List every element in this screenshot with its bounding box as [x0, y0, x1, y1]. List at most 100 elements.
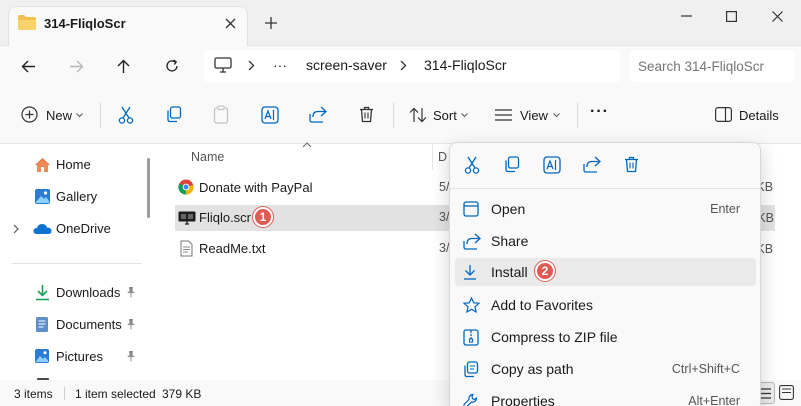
- star-icon: [463, 297, 480, 313]
- nav-item-pictures[interactable]: Pictures: [0, 344, 150, 370]
- up-arrow-icon[interactable]: [111, 54, 135, 78]
- sort-button[interactable]: Sort: [433, 108, 457, 123]
- menu-item-label: Install: [491, 264, 528, 280]
- pin-icon[interactable]: [126, 286, 136, 298]
- menu-cut-icon[interactable]: [464, 156, 480, 174]
- delete-trash-icon[interactable]: [359, 106, 374, 123]
- file-date-partial: 3/: [439, 241, 450, 255]
- pictures-icon: [34, 348, 50, 364]
- share-icon[interactable]: [309, 106, 327, 123]
- tab-title: 314-FliqloScr: [44, 16, 126, 31]
- column-divider: [432, 144, 433, 170]
- sort-ascending-icon: [302, 142, 312, 148]
- search-input[interactable]: [638, 55, 790, 77]
- nav-item-documents[interactable]: Documents: [0, 312, 150, 338]
- column-header-name[interactable]: Name: [191, 150, 224, 164]
- status-item-count: 3 items: [14, 387, 53, 401]
- view-lines-icon[interactable]: [495, 109, 512, 121]
- nav-label: Home: [56, 157, 91, 172]
- new-button[interactable]: New: [46, 108, 72, 123]
- menu-item-open[interactable]: Open Enter: [455, 195, 756, 223]
- file-name: Donate with PayPal: [199, 180, 313, 195]
- copy-icon[interactable]: [166, 106, 182, 123]
- menu-item-label: Share: [491, 233, 529, 249]
- nav-label: Documents: [56, 317, 122, 332]
- menu-item-compress-zip[interactable]: Compress to ZIP file: [455, 323, 756, 351]
- refresh-icon[interactable]: [160, 54, 184, 78]
- menu-copy-icon[interactable]: [504, 156, 520, 173]
- cloud-icon: [33, 223, 52, 235]
- chevron-down-icon[interactable]: [461, 113, 468, 118]
- menu-item-share[interactable]: Share: [455, 227, 756, 255]
- new-tab-icon[interactable]: [262, 14, 280, 32]
- rename-icon[interactable]: [261, 106, 279, 124]
- documents-icon: [35, 316, 49, 333]
- step-badge-1: 1: [253, 207, 273, 227]
- menu-item-shortcut: Enter: [710, 202, 740, 216]
- breadcrumb-screen-saver[interactable]: screen-saver: [306, 57, 387, 73]
- breadcrumb-ellipsis[interactable]: ···: [273, 57, 287, 73]
- chevron-right-icon[interactable]: [248, 60, 255, 71]
- open-window-icon: [463, 201, 479, 217]
- close-tab-icon[interactable]: [221, 14, 239, 32]
- details-pane-icon[interactable]: [715, 107, 732, 122]
- breadcrumb[interactable]: [204, 50, 620, 82]
- nav-item-home[interactable]: Home: [0, 152, 150, 178]
- close-window-icon[interactable]: [765, 6, 789, 26]
- nav-label: Pictures: [56, 349, 103, 364]
- nav-item-onedrive[interactable]: OneDrive: [0, 216, 150, 242]
- paste-clipboard-icon[interactable]: [213, 105, 229, 124]
- menu-item-install[interactable]: Install: [455, 258, 756, 286]
- pin-icon[interactable]: [126, 318, 136, 330]
- menu-share-icon[interactable]: [583, 156, 601, 173]
- toolbar-divider: [393, 102, 394, 128]
- download-icon: [35, 284, 50, 301]
- folder-icon: [18, 15, 36, 30]
- menu-item-label: Copy as path: [491, 361, 574, 377]
- chevron-down-icon[interactable]: [553, 113, 560, 118]
- nav-label: Downloads: [56, 285, 121, 300]
- menu-item-copy-as-path[interactable]: Copy as path Ctrl+Shift+C: [455, 355, 756, 383]
- menu-item-shortcut: Ctrl+Shift+C: [671, 362, 740, 376]
- pin-icon[interactable]: [126, 350, 136, 362]
- toolbar-divider: [577, 102, 578, 128]
- chevron-right-icon[interactable]: [400, 60, 407, 71]
- file-date-partial: 3/: [439, 210, 450, 224]
- install-download-icon: [463, 264, 477, 280]
- menu-item-add-to-favorites[interactable]: Add to Favorites: [455, 291, 756, 319]
- zip-archive-icon: [463, 329, 479, 346]
- nav-item-gallery[interactable]: Gallery: [0, 184, 150, 210]
- cut-scissors-icon[interactable]: [118, 106, 134, 124]
- gallery-icon: [34, 188, 51, 205]
- forward-arrow-icon[interactable]: [64, 54, 88, 78]
- copy-path-icon: [463, 361, 479, 378]
- more-options-button[interactable]: ···: [590, 103, 609, 121]
- chrome-icon: [178, 179, 194, 195]
- maximize-icon[interactable]: [719, 6, 743, 26]
- menu-item-label: Add to Favorites: [491, 297, 593, 313]
- home-icon: [34, 157, 51, 173]
- properties-wrench-icon: [463, 393, 479, 406]
- chevron-down-icon[interactable]: [76, 113, 83, 118]
- tiles-view-toggle[interactable]: [779, 385, 794, 400]
- chevron-right-icon[interactable]: [13, 224, 19, 234]
- view-button[interactable]: View: [520, 108, 548, 123]
- minimize-icon[interactable]: [674, 6, 698, 26]
- status-selection: 1 item selected: [75, 387, 156, 401]
- nav-item-downloads[interactable]: Downloads: [0, 280, 150, 306]
- menu-item-label: Properties: [491, 393, 555, 406]
- details-button[interactable]: Details: [739, 108, 779, 123]
- file-name: Fliqlo.scr: [199, 210, 252, 225]
- menu-delete-icon[interactable]: [624, 156, 639, 173]
- computer-icon[interactable]: [214, 57, 232, 73]
- nav-label: Gallery: [56, 189, 98, 204]
- file-date-partial: 5/: [439, 180, 450, 194]
- new-plus-icon[interactable]: [21, 106, 38, 123]
- menu-rename-icon[interactable]: [543, 156, 561, 174]
- column-header-date[interactable]: D: [438, 150, 447, 164]
- nav-label: OneDrive: [56, 221, 111, 236]
- menu-item-properties[interactable]: Properties Alt+Enter: [455, 387, 756, 406]
- sort-arrows-icon[interactable]: [409, 107, 427, 123]
- back-arrow-icon[interactable]: [16, 54, 40, 78]
- breadcrumb-current-folder[interactable]: 314-FliqloScr: [424, 57, 506, 73]
